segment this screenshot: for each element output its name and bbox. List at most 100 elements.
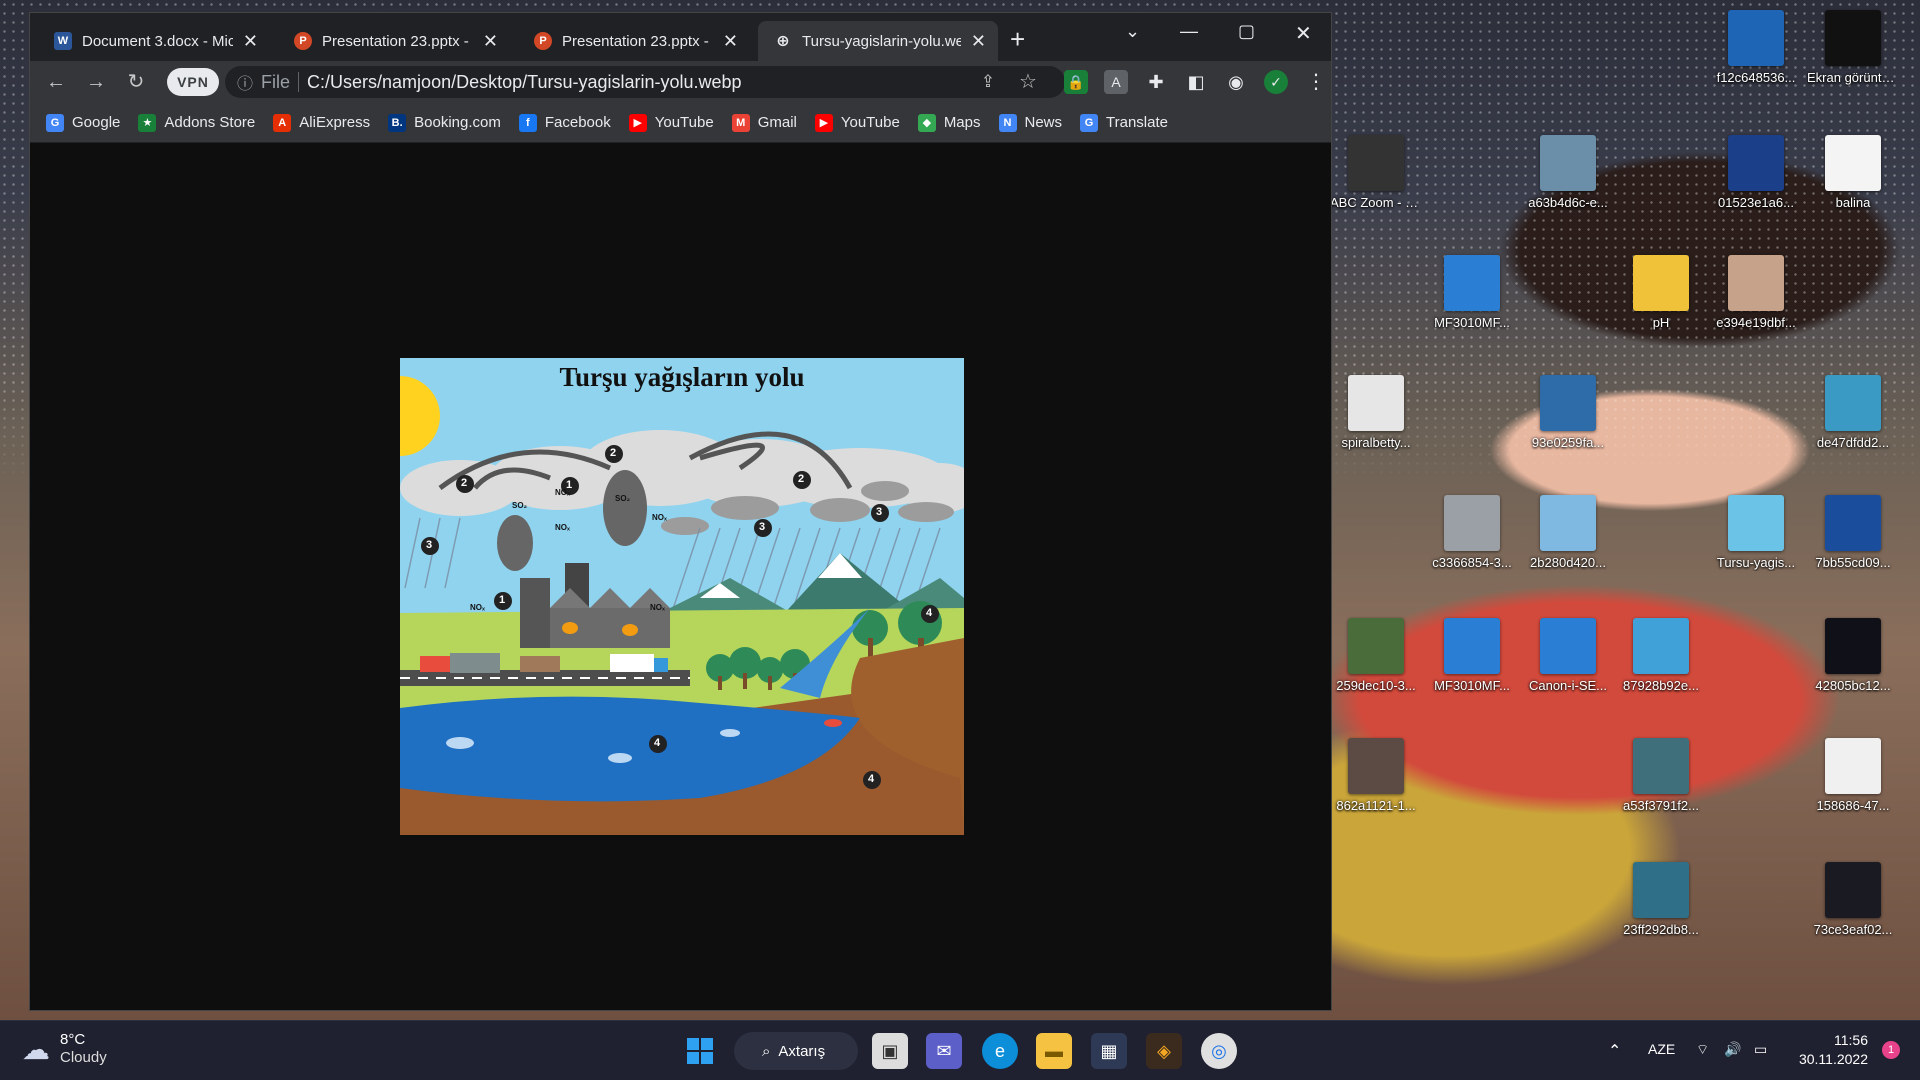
desktop-icon[interactable]: 259dec10-3... bbox=[1330, 618, 1422, 694]
extension-lock-icon[interactable]: 🔒 bbox=[1064, 70, 1088, 94]
desktop-icon[interactable]: c3366854-3... bbox=[1426, 495, 1518, 571]
taskbar-search[interactable]: ⌕ Axtarış bbox=[734, 1032, 858, 1070]
start-button[interactable] bbox=[682, 1033, 718, 1069]
chevron-up-icon[interactable]: ⌃ bbox=[1608, 1041, 1621, 1061]
tab-tursu-image[interactable]: ⊕ Tursu-yagislarin-yolu.we ✕ bbox=[758, 21, 998, 61]
desktop-icon[interactable]: 42805bc12... bbox=[1807, 618, 1899, 694]
tab-search-chevron-icon[interactable]: ⌄ bbox=[1125, 21, 1140, 42]
desktop-icon[interactable]: 87928b92e... bbox=[1615, 618, 1707, 694]
desktop-icon[interactable]: a53f3791f2... bbox=[1615, 738, 1707, 814]
bookmark-addons-store[interactable]: ★ Addons Store bbox=[138, 113, 256, 132]
desktop-icon[interactable]: pH bbox=[1615, 255, 1707, 331]
edge-icon[interactable]: e bbox=[982, 1033, 1018, 1069]
extension-translate-icon[interactable]: A bbox=[1104, 70, 1128, 94]
cloud-icon: ☁ bbox=[22, 1033, 50, 1065]
close-window-button[interactable]: ✕ bbox=[1295, 21, 1312, 46]
tab-title: Document 3.docx - Micr bbox=[82, 32, 233, 50]
bookmark-booking-com[interactable]: B. Booking.com bbox=[388, 113, 501, 132]
desktop-icon[interactable]: 23ff292db8... bbox=[1615, 862, 1707, 938]
weather-widget[interactable]: ☁ 8°C Cloudy bbox=[22, 1031, 107, 1067]
bookmark-label: Translate bbox=[1106, 114, 1168, 131]
desktop-icon[interactable]: de47dfdd2... bbox=[1807, 375, 1899, 451]
minimize-button[interactable]: — bbox=[1180, 21, 1198, 42]
vpn-button[interactable]: VPN bbox=[167, 68, 219, 96]
file-thumbnail-icon bbox=[1348, 375, 1404, 431]
bookmark-youtube[interactable]: ▶ YouTube bbox=[628, 113, 714, 132]
desktop-icon[interactable]: balina bbox=[1807, 135, 1899, 211]
desktop-icon-label: Ekran görüntü... bbox=[1807, 70, 1899, 85]
close-icon[interactable]: ✕ bbox=[483, 31, 498, 52]
bookmark-facebook[interactable]: f Facebook bbox=[518, 113, 611, 132]
marker-3: 3 bbox=[426, 539, 433, 551]
profile-icon[interactable]: ◉ bbox=[1224, 70, 1248, 94]
desktop-icon[interactable]: 93e0259fa... bbox=[1522, 375, 1614, 451]
url-text[interactable]: C:/Users/namjoon/Desktop/Tursu-yagislari… bbox=[307, 72, 742, 93]
task-view-icon[interactable]: ▣ bbox=[872, 1033, 908, 1069]
desktop-icon[interactable]: 7bb55cd09... bbox=[1807, 495, 1899, 571]
tab-strip: W Document 3.docx - Micr ✕ P Presentatio… bbox=[30, 13, 1331, 61]
desktop-icon[interactable]: 862a1121-1... bbox=[1330, 738, 1422, 814]
close-icon[interactable]: ✕ bbox=[723, 31, 738, 52]
side-panel-icon[interactable]: ◧ bbox=[1184, 70, 1208, 94]
volume-icon[interactable]: 🔊 bbox=[1724, 1041, 1741, 1058]
maximize-button[interactable]: ▢ bbox=[1238, 21, 1255, 42]
bookmark-google[interactable]: G Google bbox=[46, 113, 120, 132]
battery-icon[interactable]: ▭ bbox=[1754, 1041, 1767, 1058]
clock[interactable]: 11:56 30.11.2022 bbox=[1799, 1031, 1868, 1069]
desktop-icon[interactable]: 158686-47... bbox=[1807, 738, 1899, 814]
language-indicator[interactable]: AZE bbox=[1648, 1041, 1675, 1057]
desktop-icon[interactable]: Ekran görüntü... bbox=[1807, 10, 1899, 86]
word-icon: W bbox=[54, 32, 72, 50]
bookmark-label: Maps bbox=[943, 114, 981, 131]
wifi-icon[interactable]: ⌔ bbox=[1696, 1041, 1709, 1059]
bookmark-gmail[interactable]: M Gmail bbox=[731, 113, 797, 132]
file-thumbnail-icon bbox=[1348, 135, 1404, 191]
bookmark-label: Booking.com bbox=[414, 114, 501, 131]
desktop-icon[interactable]: e394e19dbf... bbox=[1710, 255, 1802, 331]
bookmark-maps[interactable]: ◆ Maps bbox=[917, 113, 981, 132]
forward-button[interactable]: → bbox=[82, 68, 110, 96]
desktop-icon[interactable]: spiralbetty... bbox=[1330, 375, 1422, 451]
desktop-icon[interactable]: ABC Zoom - Refraction_... bbox=[1330, 135, 1422, 211]
desktop-icon[interactable]: MF3010MF... bbox=[1426, 255, 1518, 331]
desktop-icon[interactable]: Tursu-yagis... bbox=[1710, 495, 1802, 571]
security-shield-icon[interactable]: ✓ bbox=[1264, 70, 1288, 94]
extensions-puzzle-icon[interactable]: ✚ bbox=[1144, 70, 1168, 94]
tab-title: Presentation 23.pptx - M bbox=[322, 32, 473, 50]
back-button[interactable]: ← bbox=[42, 68, 70, 96]
reload-button[interactable]: ↻ bbox=[122, 68, 150, 96]
bookmark-aliexpress[interactable]: A AliExpress bbox=[273, 113, 370, 132]
address-bar[interactable]: ⓘ File C:/Users/namjoon/Desktop/Tursu-ya… bbox=[225, 66, 1065, 98]
nox-label: NOₓ bbox=[555, 488, 570, 497]
desktop-icon[interactable]: 2b280d420... bbox=[1522, 495, 1614, 571]
chrome-icon[interactable]: ◎ bbox=[1201, 1033, 1237, 1069]
bookmark-youtube[interactable]: ▶ YouTube bbox=[814, 113, 900, 132]
browser-app-icon[interactable]: ◈ bbox=[1146, 1033, 1182, 1069]
desktop-icon[interactable]: f12c648536... bbox=[1710, 10, 1802, 86]
share-icon[interactable]: ⇪ bbox=[974, 68, 1002, 96]
close-icon[interactable]: ✕ bbox=[971, 31, 986, 52]
file-explorer-icon[interactable]: ▬ bbox=[1036, 1033, 1072, 1069]
bookmark-news[interactable]: N News bbox=[998, 113, 1062, 132]
bookmark-translate[interactable]: G Translate bbox=[1080, 113, 1168, 132]
teams-chat-icon[interactable]: ✉ bbox=[926, 1033, 962, 1069]
microsoft-store-icon[interactable]: ▦ bbox=[1091, 1033, 1127, 1069]
youtube-icon: ▶ bbox=[628, 113, 647, 132]
menu-kebab-icon[interactable]: ⋮ bbox=[1304, 70, 1328, 94]
notification-badge[interactable]: 1 bbox=[1882, 1041, 1900, 1059]
navigation-toolbar: ← → ↻ VPN ⓘ File C:/Users/namjoon/Deskto… bbox=[30, 61, 1331, 103]
tab-presentation-2[interactable]: P Presentation 23.pptx - M ✕ bbox=[518, 21, 750, 61]
bookmark-star-icon[interactable]: ☆ bbox=[1014, 68, 1042, 96]
desktop-icon[interactable]: a63b4d6c-e... bbox=[1522, 135, 1614, 211]
tab-document-word[interactable]: W Document 3.docx - Micr ✕ bbox=[38, 21, 270, 61]
close-icon[interactable]: ✕ bbox=[243, 31, 258, 52]
tab-presentation-1[interactable]: P Presentation 23.pptx - M ✕ bbox=[278, 21, 510, 61]
desktop-icon-label: 93e0259fa... bbox=[1531, 435, 1605, 450]
desktop-icon[interactable]: 01523e1a6... bbox=[1710, 135, 1802, 211]
bookmark-label: Addons Store bbox=[164, 114, 256, 131]
info-icon[interactable]: ⓘ bbox=[237, 70, 253, 94]
desktop-icon[interactable]: Canon-i-SE... bbox=[1522, 618, 1614, 694]
desktop-icon[interactable]: 73ce3eaf02... bbox=[1807, 862, 1899, 938]
new-tab-button[interactable]: + bbox=[1010, 26, 1025, 52]
desktop-icon[interactable]: MF3010MF... bbox=[1426, 618, 1518, 694]
